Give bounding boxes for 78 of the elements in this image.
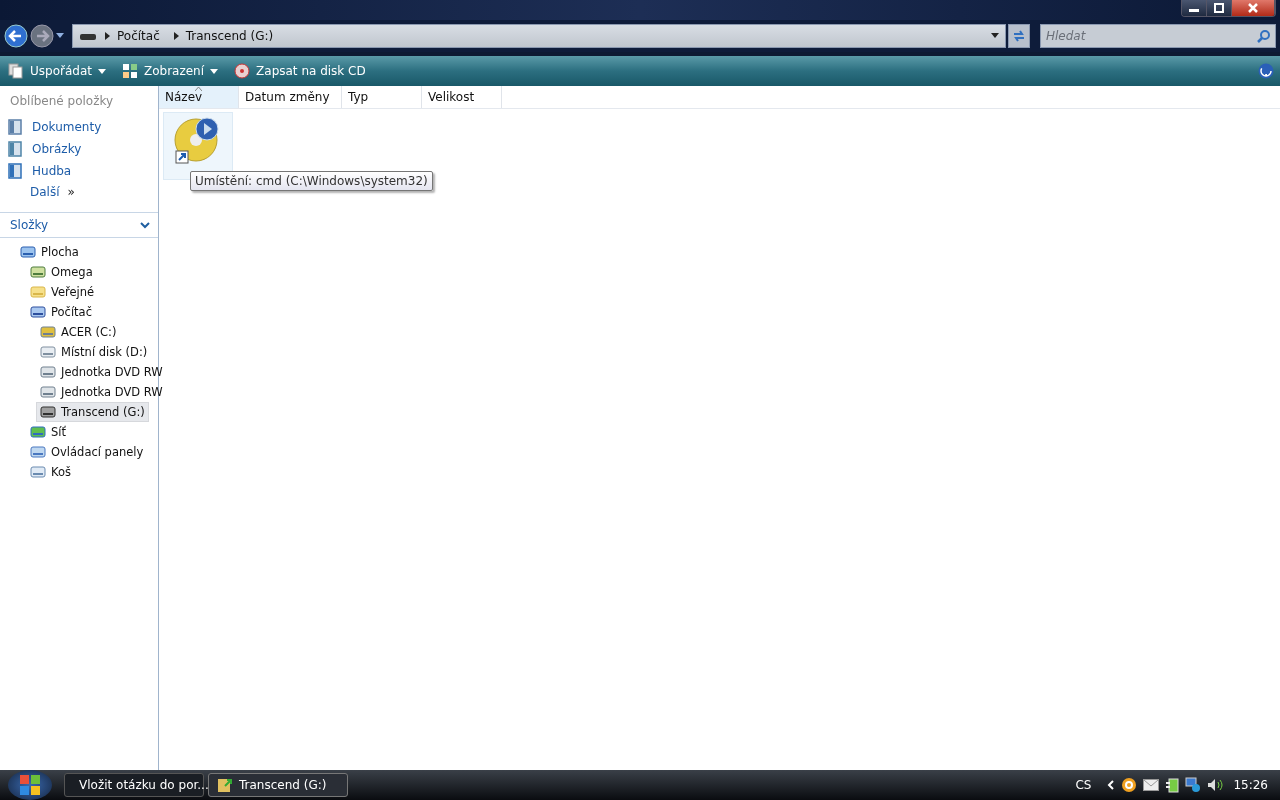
drive-icon	[30, 284, 46, 300]
column-header[interactable]: Název	[159, 86, 239, 108]
column-header[interactable]: Datum změny	[239, 86, 342, 108]
tree-item[interactable]: Síť	[26, 422, 70, 442]
search-field[interactable]: Hledat	[1040, 24, 1276, 48]
column-header[interactable]: Velikost	[422, 86, 502, 108]
tree-item[interactable]: Transcend (G:)	[36, 402, 149, 422]
tooltip: Umístění: cmd (C:\Windows\system32)	[190, 171, 433, 191]
close-button[interactable]	[1232, 0, 1275, 16]
caret-icon	[97, 68, 106, 74]
ring-icon[interactable]	[1121, 777, 1138, 793]
mail-icon[interactable]	[1143, 779, 1160, 791]
library-icon	[8, 141, 22, 157]
taskbar-button[interactable]: Transcend (G:)	[208, 773, 348, 797]
dropdown-arrow-icon[interactable]	[991, 33, 999, 39]
restore-icon	[1213, 3, 1225, 13]
favorite-link[interactable]: Hudba	[0, 160, 158, 182]
chevron-right-icon	[171, 32, 180, 40]
minimize-button[interactable]	[1182, 0, 1207, 16]
dropdown-arrow-icon[interactable]	[56, 33, 64, 39]
toolbar-button[interactable]: Zobrazení	[119, 60, 221, 82]
breadcrumb[interactable]: Počítač	[117, 29, 160, 43]
tree-item[interactable]: Plocha	[16, 242, 83, 262]
tree-item[interactable]: Místní disk (D:)	[36, 342, 152, 362]
drive-icon	[40, 364, 56, 380]
clock[interactable]: 15:26	[1233, 778, 1268, 792]
chevron-right-icon	[103, 32, 111, 40]
column-header[interactable]: Typ	[342, 86, 422, 108]
drive-icon	[40, 384, 56, 400]
forward-icon[interactable]	[30, 24, 54, 48]
tree-item[interactable]: Jednotka DVD RW	[36, 382, 167, 402]
folders-header[interactable]: Složky	[0, 212, 158, 238]
drive-icon	[30, 424, 46, 440]
windows-logo-icon	[19, 774, 41, 796]
library-icon	[8, 163, 22, 179]
more-link[interactable]: Další »	[0, 182, 158, 202]
search-icon[interactable]	[1257, 29, 1271, 43]
disc-icon	[234, 63, 251, 79]
favorite-link[interactable]: Dokumenty	[0, 116, 158, 138]
drive-icon	[20, 244, 36, 260]
favorite-link[interactable]: Obrázky	[0, 138, 158, 160]
tree-item[interactable]: Počítač	[26, 302, 96, 322]
toolbar-button[interactable]: Uspořádat	[6, 60, 108, 82]
tree-item[interactable]: Veřejné	[26, 282, 99, 302]
grid-icon	[121, 63, 138, 79]
chevron-left-icon[interactable]	[1107, 780, 1116, 790]
drive-icon	[40, 404, 56, 420]
back-icon[interactable]	[4, 24, 28, 48]
tree-item[interactable]: Koš	[26, 462, 75, 482]
toolbar-button[interactable]: Zapsat na disk CD	[232, 60, 368, 82]
drive-icon	[30, 444, 46, 460]
address-bar[interactable]: Počítač Transcend (G:)	[72, 24, 1006, 48]
restore-button[interactable]	[1207, 0, 1232, 16]
folder-icon	[217, 777, 233, 793]
drive-icon	[30, 464, 46, 480]
help-icon[interactable]	[1258, 63, 1274, 79]
library-icon	[8, 119, 22, 135]
drive-icon	[30, 264, 46, 280]
drive-icon	[40, 344, 56, 360]
tree-item[interactable]: Ovládací panely	[26, 442, 148, 462]
drive-icon	[79, 31, 97, 41]
breadcrumb[interactable]: Transcend (G:)	[185, 29, 274, 43]
start-button[interactable]	[8, 770, 52, 800]
close-icon	[1247, 3, 1259, 13]
section-title: Oblíbené položky	[9, 94, 115, 108]
language-indicator[interactable]: CS	[1075, 778, 1092, 792]
refresh-button[interactable]	[1008, 24, 1030, 48]
drive-icon	[30, 304, 46, 320]
tree-item[interactable]: Omega	[26, 262, 97, 282]
speaker-icon[interactable]	[1207, 778, 1224, 792]
network-icon[interactable]	[1185, 777, 1202, 793]
caret-icon	[210, 68, 219, 74]
power-plug-icon[interactable]	[1165, 777, 1180, 793]
tree-item[interactable]: Jednotka DVD RW	[36, 362, 167, 382]
tree-item[interactable]: ACER (C:)	[36, 322, 121, 342]
pages-icon	[8, 63, 24, 79]
drive-icon	[40, 324, 56, 340]
refresh-icon	[1012, 29, 1026, 43]
